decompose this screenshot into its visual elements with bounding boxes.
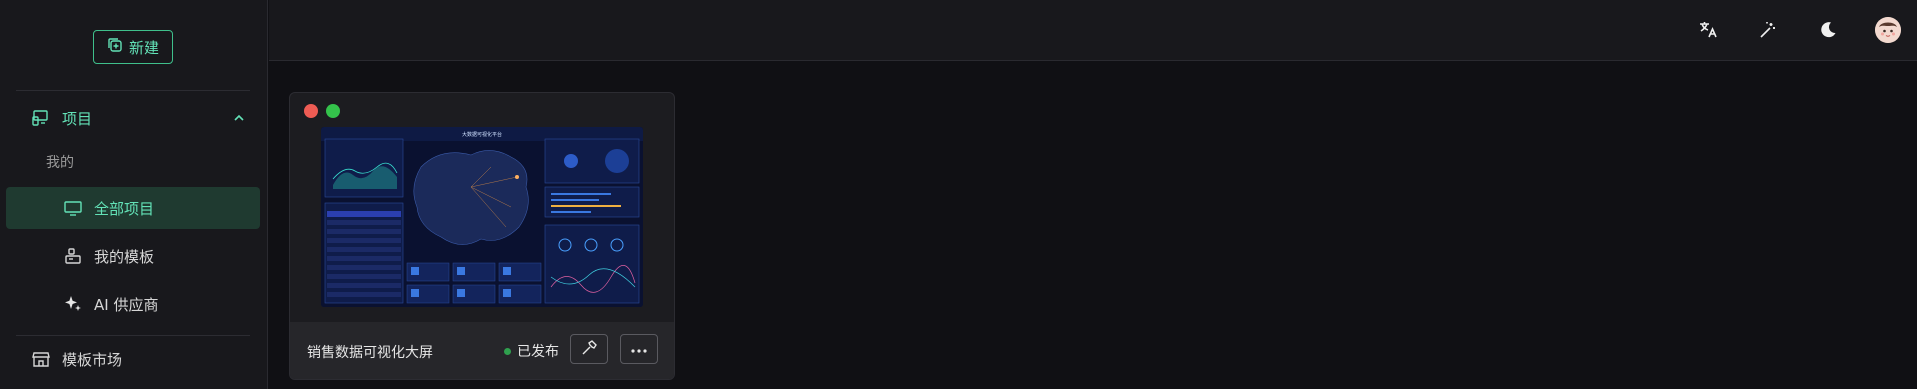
app-root: 新建 项目 我的 全部项目 我的模板 AI 供应商 模板市场 大数据可视化平台 … — [0, 0, 1917, 389]
more-horizontal-icon — [630, 342, 648, 357]
sidebar-item-label: AI 供应商 — [94, 295, 159, 314]
chevron-up-icon — [232, 111, 246, 129]
sidebar-item-label: 我的模板 — [94, 247, 155, 266]
sidebar-item-label: 全部项目 — [94, 199, 155, 218]
sidebar-item-template-market[interactable]: 模板市场 — [6, 338, 260, 380]
sidebar: 新建 项目 我的 全部项目 我的模板 AI 供应商 模板市场 — [0, 0, 268, 389]
topbar — [269, 0, 1917, 61]
sidebar-item-ai-provider[interactable]: AI 供应商 — [6, 283, 260, 325]
status-label: 已发布 — [517, 344, 559, 360]
nav-group-projects[interactable]: 项目 — [6, 97, 260, 139]
sparkle-icon — [62, 293, 84, 315]
divider — [16, 90, 250, 91]
store-icon — [30, 348, 52, 370]
monitor-icon — [62, 197, 84, 219]
edit-button[interactable] — [570, 334, 608, 364]
sidebar-item-my-templates[interactable]: 我的模板 — [6, 235, 260, 277]
new-button[interactable]: 新建 — [93, 30, 173, 64]
template-icon — [62, 245, 84, 267]
moon-icon[interactable] — [1813, 15, 1843, 45]
add-square-icon — [107, 37, 123, 57]
projects-icon — [30, 107, 52, 129]
magic-wand-icon[interactable] — [1753, 15, 1783, 45]
more-button[interactable] — [620, 334, 658, 364]
card-footer: 销售数据可视化大屏 已发布 — [290, 322, 674, 379]
sub-label-mine: 我的 — [46, 155, 74, 171]
new-button-label: 新建 — [128, 39, 159, 57]
project-card[interactable]: 大数据可视化平台 销售数据可视化大屏 已发布 — [289, 92, 675, 380]
translate-icon[interactable] — [1693, 15, 1723, 45]
project-title: 销售数据可视化大屏 — [307, 345, 433, 361]
avatar-image — [1875, 17, 1901, 43]
avatar[interactable] — [1873, 15, 1903, 45]
preview-title: 大数据可视化平台 — [462, 131, 502, 138]
divider — [16, 335, 250, 336]
status-badge: 已发布 — [504, 341, 559, 361]
sidebar-item-all-projects[interactable]: 全部项目 — [6, 187, 260, 229]
status-dot-icon — [504, 347, 511, 355]
sidebar-item-label: 模板市场 — [62, 350, 123, 369]
maximize-dot[interactable] — [326, 104, 340, 118]
close-dot[interactable] — [304, 104, 318, 118]
nav-group-projects-label: 项目 — [62, 109, 93, 128]
project-preview-thumbnail[interactable]: 大数据可视化平台 — [321, 127, 643, 307]
hammer-icon — [580, 339, 598, 360]
